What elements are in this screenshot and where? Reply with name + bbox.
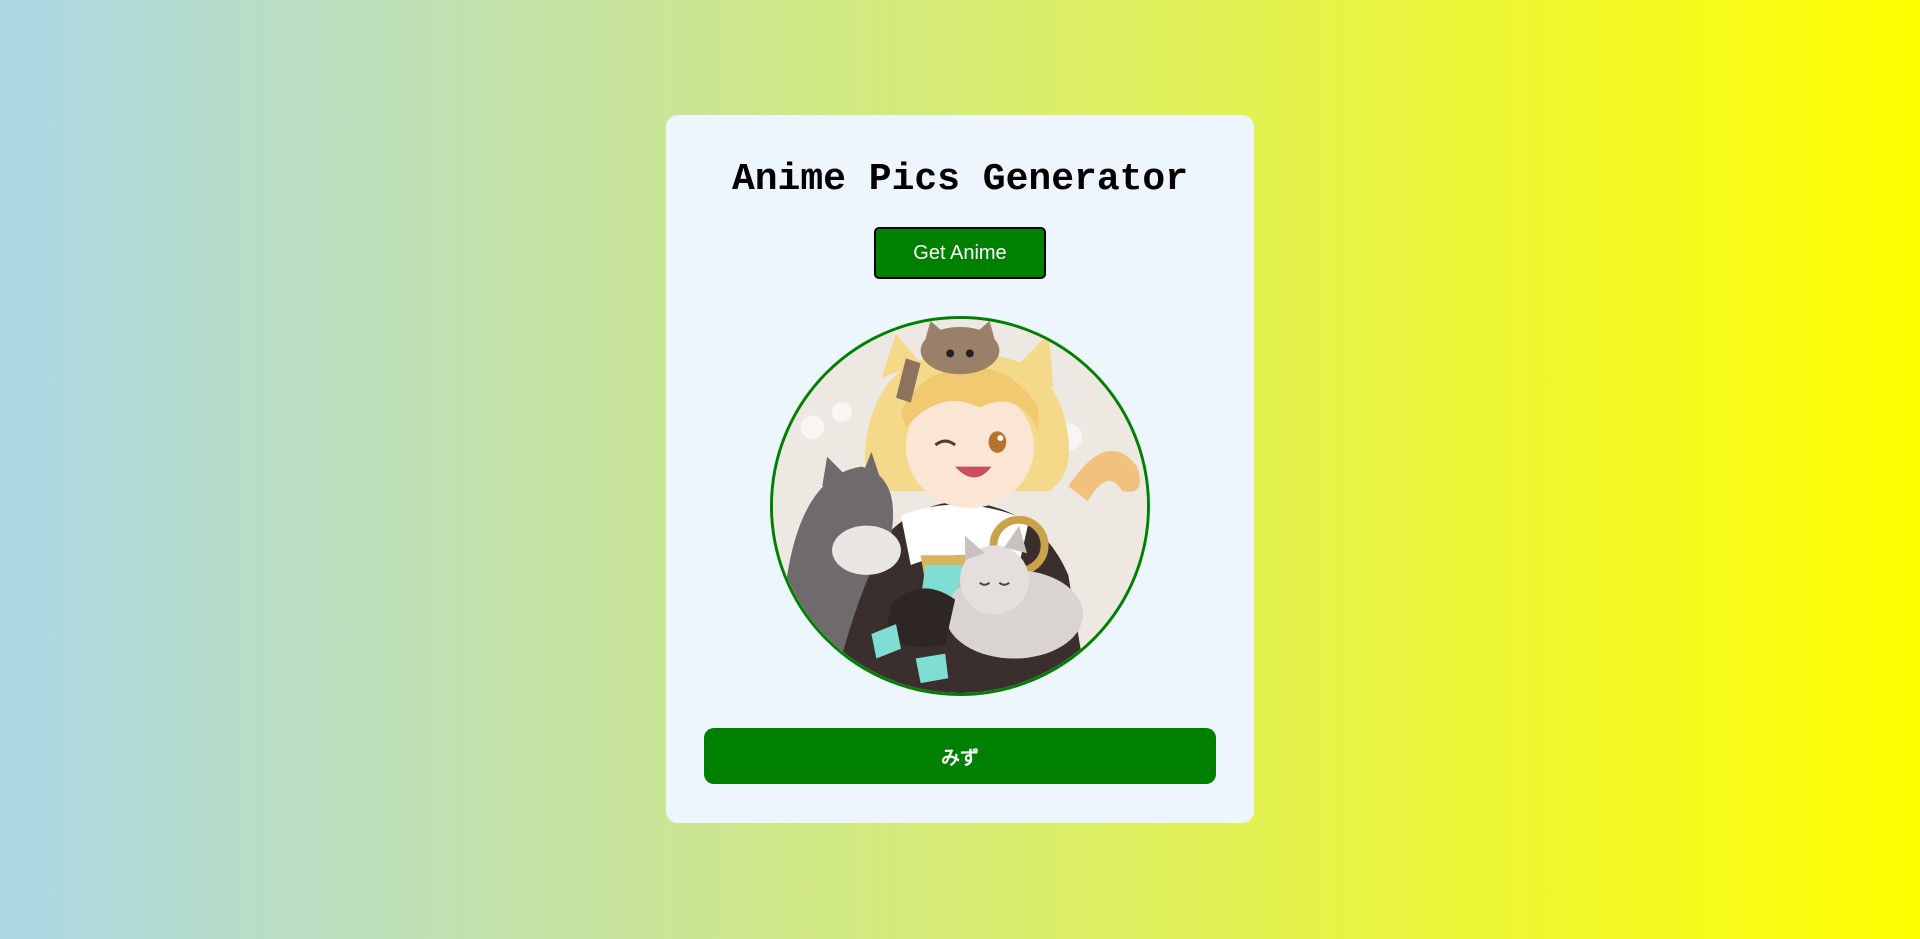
character-name: みず (940, 746, 979, 769)
generator-card: Anime Pics Generator Get Anime みず (666, 115, 1254, 823)
get-anime-button[interactable]: Get Anime (874, 227, 1046, 279)
anime-illustration (773, 319, 1147, 693)
anime-image (770, 316, 1150, 696)
page-title: Anime Pics Generator (731, 158, 1189, 201)
character-name-bar: みず (704, 728, 1216, 784)
